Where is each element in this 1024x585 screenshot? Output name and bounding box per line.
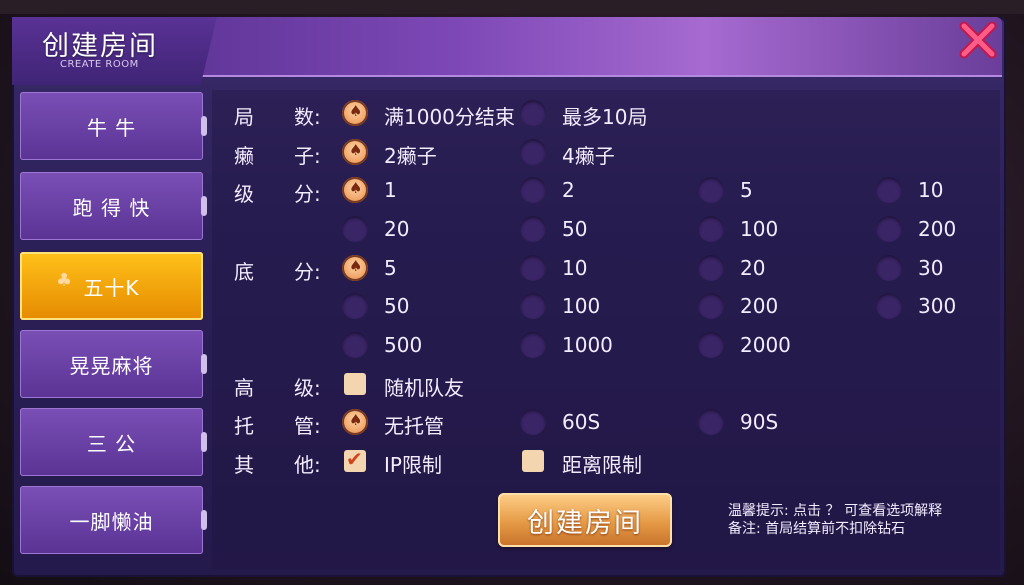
base-label-b: 分: <box>294 260 321 284</box>
level-option-label: 5 <box>740 178 753 202</box>
radio-base-30[interactable] <box>876 255 902 281</box>
close-icon <box>959 21 997 59</box>
sidebar-item-label: 五十K <box>83 275 140 300</box>
radio-base-10[interactable] <box>520 255 546 281</box>
base-option-label: 5 <box>384 256 397 280</box>
other-label-a: 其 <box>234 453 254 477</box>
base-option-label: 300 <box>918 294 957 318</box>
managed-option-label: 无托管 <box>384 414 444 438</box>
create-room-button[interactable]: 创建房间 <box>498 493 672 547</box>
sidebar-item-paodekuai[interactable]: 跑 得 快 <box>20 172 207 240</box>
radio-base-300[interactable] <box>876 293 902 319</box>
radio-rounds-10[interactable] <box>520 100 546 126</box>
tab-knob <box>201 196 207 216</box>
help-tip[interactable]: 温馨提示: 点击 ？ 可查看选项解释 <box>728 500 942 520</box>
rounds-option-label: 最多10局 <box>562 105 648 129</box>
sidebar-item-label: 牛 牛 <box>86 115 137 140</box>
wild-option-label: 4癞子 <box>562 144 615 168</box>
level-option-label: 1 <box>384 178 397 202</box>
other-option-label: 距离限制 <box>562 453 642 477</box>
club-icon: ♣ <box>56 270 74 291</box>
managed-option-label: 60S <box>562 410 601 434</box>
wild-label-a: 癞 <box>234 144 254 168</box>
radio-base-2000[interactable] <box>698 332 724 358</box>
base-label-a: 底 <box>234 260 254 284</box>
radio-level-50[interactable] <box>520 216 546 242</box>
radio-level-1[interactable] <box>342 177 368 203</box>
tab-knob <box>201 510 207 530</box>
radio-base-5[interactable] <box>342 255 368 281</box>
base-option-label: 20 <box>740 256 766 280</box>
advanced-label-b: 级: <box>294 376 321 400</box>
radio-level-20[interactable] <box>342 216 368 242</box>
radio-level-200[interactable] <box>876 216 902 242</box>
radio-level-100[interactable] <box>698 216 724 242</box>
wild-option-label: 2癞子 <box>384 144 437 168</box>
level-option-label: 50 <box>562 217 588 241</box>
base-option-label: 100 <box>562 294 601 318</box>
radio-base-1000[interactable] <box>520 332 546 358</box>
radio-base-100[interactable] <box>520 293 546 319</box>
radio-managed-90s[interactable] <box>698 409 724 435</box>
base-option-label: 1000 <box>562 333 613 357</box>
radio-base-200[interactable] <box>698 293 724 319</box>
radio-level-5[interactable] <box>698 177 724 203</box>
level-option-label: 200 <box>918 217 957 241</box>
base-option-label: 50 <box>384 294 410 318</box>
tab-knob <box>201 354 207 374</box>
base-option-label: 10 <box>562 256 588 280</box>
managed-label-b: 管: <box>294 414 321 438</box>
radio-base-50[interactable] <box>342 293 368 319</box>
page-subtitle: CREATE ROOM <box>60 59 139 70</box>
panel-header <box>12 17 1002 85</box>
radio-level-2[interactable] <box>520 177 546 203</box>
base-option-label: 200 <box>740 294 779 318</box>
rounds-option-label: 满1000分结束 <box>384 105 515 129</box>
radio-level-10[interactable] <box>876 177 902 203</box>
tab-knob <box>201 116 207 136</box>
sidebar-item-sangong[interactable]: 三 公 <box>20 408 207 476</box>
radio-wild-4[interactable] <box>520 139 546 165</box>
level-option-label: 2 <box>562 178 575 202</box>
tab-knob <box>201 432 207 452</box>
managed-option-label: 90S <box>740 410 779 434</box>
sidebar-item-label: 晃晃麻将 <box>69 353 154 378</box>
rounds-label-b: 数: <box>294 105 321 129</box>
advanced-label-a: 高 <box>234 376 254 400</box>
sidebar-item-wushik[interactable]: ♣ 五十K <box>20 252 203 320</box>
radio-managed-60s[interactable] <box>520 409 546 435</box>
level-label-a: 级 <box>234 182 254 206</box>
level-option-label: 100 <box>740 217 779 241</box>
base-option-label: 30 <box>918 256 944 280</box>
sidebar-item-label: 跑 得 快 <box>72 195 151 220</box>
radio-rounds-1000[interactable] <box>342 100 368 126</box>
other-option-label: IP限制 <box>384 453 442 477</box>
managed-label-a: 托 <box>234 414 254 438</box>
radio-base-20[interactable] <box>698 255 724 281</box>
checkbox-distance-limit[interactable] <box>522 450 544 472</box>
note-tip: 备注: 首局结算前不扣除钻石 <box>728 521 906 537</box>
rounds-label-a: 局 <box>234 105 254 129</box>
other-label-b: 他: <box>294 453 321 477</box>
radio-wild-2[interactable] <box>342 139 368 165</box>
base-option-label: 500 <box>384 333 423 357</box>
radio-base-500[interactable] <box>342 332 368 358</box>
checkbox-ip-limit[interactable] <box>344 447 366 472</box>
sidebar-item-huanghuang-mahjong[interactable]: 晃晃麻将 <box>20 330 207 398</box>
close-button[interactable] <box>958 20 998 60</box>
page-title: 创建房间 <box>42 31 158 62</box>
wild-label-b: 子: <box>294 144 321 168</box>
sidebar-item-yijiaolanyou[interactable]: 一脚懒油 <box>20 486 207 554</box>
advanced-option-label: 随机队友 <box>384 376 464 400</box>
base-option-label: 2000 <box>740 333 791 357</box>
level-label-b: 分: <box>294 182 321 206</box>
sidebar-item-niuniu[interactable]: 牛 牛 <box>20 92 207 160</box>
level-option-label: 10 <box>918 178 944 202</box>
level-option-label: 20 <box>384 217 410 241</box>
radio-managed-none[interactable] <box>342 409 368 435</box>
sidebar-item-label: 三 公 <box>86 431 137 456</box>
checkbox-random-teammate[interactable] <box>344 373 366 395</box>
sidebar-item-label: 一脚懒油 <box>69 509 154 534</box>
